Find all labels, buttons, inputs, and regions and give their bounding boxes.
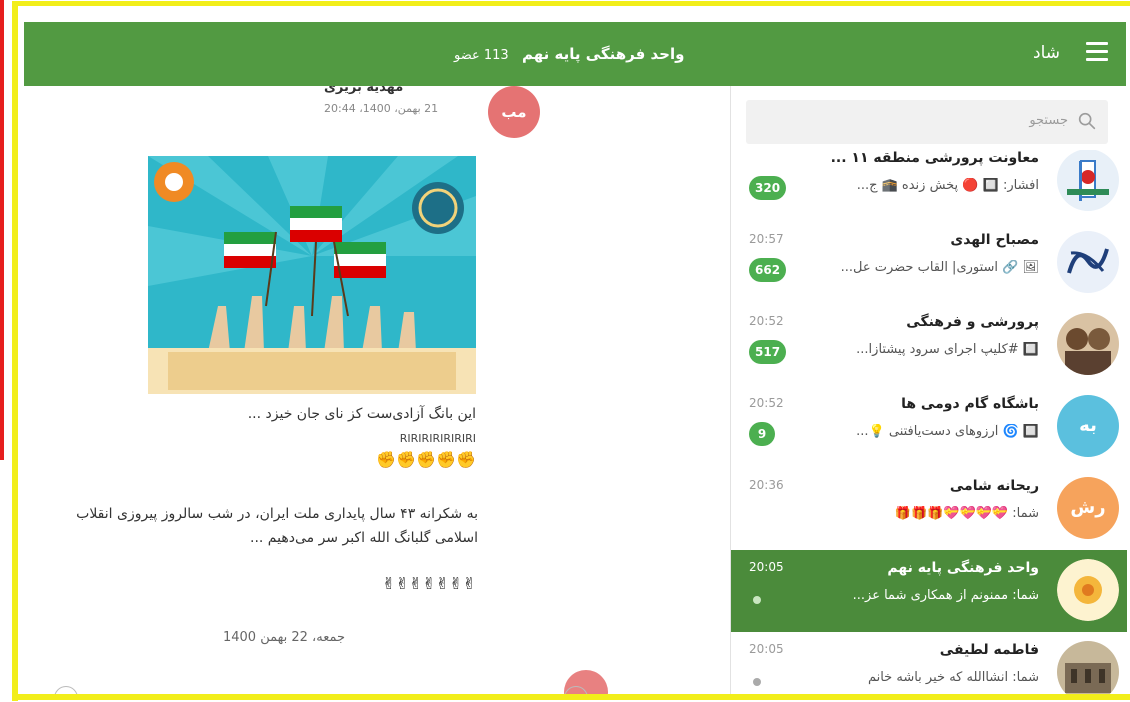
chat-preview: شما: 💝💝💝💝🎁🎁🎁 <box>894 506 1039 521</box>
chat-time: 20:52 <box>749 396 784 410</box>
chat-item-fateme-latifi[interactable]: 20:05 فاطمه لطیفی شما: انشاالله که خیر ب… <box>731 632 1127 694</box>
chat-item-vahed-farhangi-active[interactable]: 20:05 واحد فرهنگی پایه نهم شما: ممنونم ا… <box>731 550 1127 632</box>
victory-flags-poster-icon <box>148 156 476 394</box>
highlight-frame-bottom <box>12 694 1130 700</box>
chat-time: 20:05 <box>749 642 784 656</box>
chat-time: 20:36 <box>749 478 784 492</box>
hamburger-menu-icon[interactable] <box>1086 42 1108 62</box>
chat-time: 20:52 <box>749 314 784 328</box>
message-image[interactable] <box>148 156 476 394</box>
chat-name: پرورشی و فرهنگی <box>906 314 1039 330</box>
red-edge-strip <box>0 0 4 460</box>
read-status-dot <box>753 678 761 686</box>
chat-avatar-letter: رش <box>1057 477 1119 539</box>
portrait-photo-icon <box>1057 313 1119 375</box>
chat-item-mesbah-alhoda[interactable]: 20:57 مصباح الهدی 🖼 🔗 استوری| القاب حضرت… <box>731 222 1127 304</box>
top-header-bar: شاد واحد فرهنگی پایه نهم 113 عضو <box>24 22 1126 86</box>
chat-header-title[interactable]: واحد فرهنگی پایه نهم 113 عضو <box>454 45 684 63</box>
chat-avatar-image <box>1057 559 1119 621</box>
chat-name: باشگاه گام دومی ها <box>901 396 1039 412</box>
chat-preview: 🖼 🔗 استوری| القاب حضرت عل... <box>840 260 1039 275</box>
unread-badge: 662 <box>749 258 787 282</box>
chat-name: ریحانه شامی <box>949 478 1039 494</box>
chat-item-reyhane-shami[interactable]: رش 20:36 ریحانه شامی شما: 💝💝💝💝🎁🎁🎁 <box>731 468 1127 550</box>
chat-item-bashgah-gam-dovomi-ha[interactable]: به 20:52 باشگاه گام دومی ها 🔲 🌀 آرزوهای … <box>731 386 1127 468</box>
message-pane: مب مهدیه بریری 21 بهمن، 1400، 20:44 این … <box>24 86 730 694</box>
chat-name: مصباح الهدی <box>950 232 1039 248</box>
chat-preview: 🔲 🌀 آرزوهای دست‌یافتنی 💡... <box>856 424 1039 439</box>
chat-item-parvareshi-farhangi[interactable]: 20:52 پرورشی و فرهنگی 🔲 #کلیپ اجرای سرود… <box>731 304 1127 386</box>
chat-avatar-image <box>1057 150 1119 211</box>
day-separator: جمعه، 22 بهمن 1400 <box>222 630 346 645</box>
chat-time: 20:05 <box>749 560 784 574</box>
chat-avatar-image <box>1057 313 1119 375</box>
chat-title-text: واحد فرهنگی پایه نهم <box>521 45 685 63</box>
unread-badge: 517 <box>749 340 787 364</box>
chat-time: 20:57 <box>749 232 784 246</box>
scroll-indicator-icon[interactable] <box>54 686 78 694</box>
flag-logo-icon <box>1057 150 1119 211</box>
message-body-text: به شکرانه ۴۳ سال پایداری ملت ایران، در ش… <box>76 506 478 546</box>
search-input-placeholder[interactable]: جستجو <box>1029 113 1068 128</box>
chat-preview: افشار: 🔲 🔴 پخش زنده 🕋 ج... <box>856 178 1039 193</box>
chat-avatar-image <box>1057 231 1119 293</box>
unread-badge: 320 <box>749 176 787 200</box>
messenger-app: شاد واحد فرهنگی پایه نهم 113 عضو جستجو م… <box>18 6 1130 694</box>
unread-badge: 9 <box>749 422 775 446</box>
chat-preview: شما: ممنونم از همکاری شما عز... <box>852 588 1039 603</box>
chat-avatar-image <box>1057 641 1119 694</box>
message-timestamp: 21 بهمن، 1400، 20:44 <box>324 102 439 115</box>
message-caption-emoji: ✊✊✊✊✊ <box>376 450 476 469</box>
search-icon <box>1078 112 1096 130</box>
chat-name: معاونت پرورشی منطقه ۱۱ ... <box>830 150 1039 166</box>
message-caption-emoji: ✌✌✌✌✌✌✌ <box>382 574 476 593</box>
flower-logo-icon <box>1057 559 1119 621</box>
sender-name[interactable]: مهدیه بریری <box>324 86 403 95</box>
read-status-dot <box>753 596 761 604</box>
chat-member-count: 113 عضو <box>454 48 509 63</box>
sender-avatar[interactable]: مب <box>488 86 540 138</box>
chat-list: معاونت پرورشی منطقه ۱۱ ... افشار: 🔲 🔴 پخ… <box>731 150 1127 694</box>
app-name: شاد <box>1033 43 1060 63</box>
chat-avatar-letter: به <box>1057 395 1119 457</box>
search-box[interactable]: جستجو <box>746 100 1108 144</box>
message-caption-line: این بانگ آزادی‌ست کز نای جان خیزد ... <box>247 406 476 422</box>
chat-preview: 🔲 #کلیپ اجرای سرود پیشتازا... <box>856 342 1039 357</box>
building-photo-icon <box>1057 641 1119 694</box>
message-caption-line: RIRIRIRIRIRIRI <box>399 432 476 445</box>
chat-item-moavenat-parvareshi[interactable]: معاونت پرورشی منطقه ۱۱ ... افشار: 🔲 🔴 پخ… <box>731 150 1127 222</box>
chat-name: فاطمه لطیفی <box>939 642 1039 658</box>
chat-name: واحد فرهنگی پایه نهم <box>887 560 1039 576</box>
chat-list-sidebar: جستجو معاونت پرورشی منطقه ۱۱ ... افشار: … <box>730 86 1127 694</box>
chat-preview: شما: انشاالله که خیر باشه خانم <box>867 670 1039 685</box>
calligraphy-logo-icon <box>1057 231 1119 293</box>
